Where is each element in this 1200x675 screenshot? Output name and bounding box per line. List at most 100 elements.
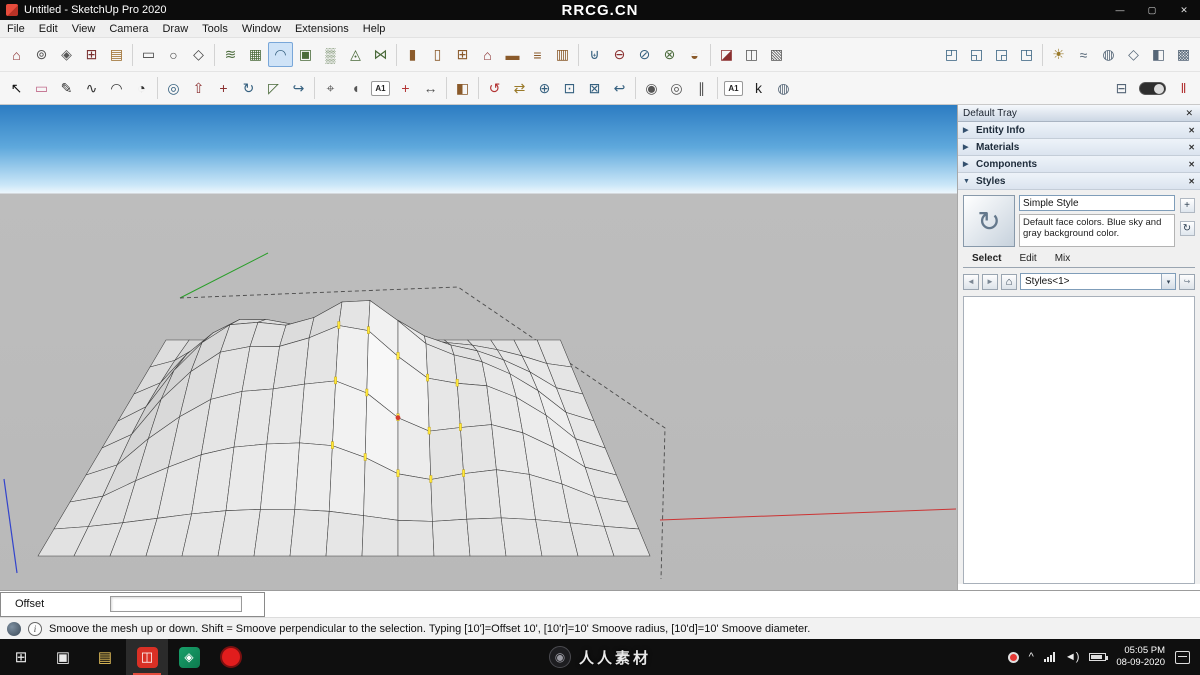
rectangle-tool-icon[interactable]: ▭ — [136, 42, 161, 67]
window-tool-icon[interactable]: ⊞ — [450, 42, 475, 67]
menu-camera[interactable]: Camera — [102, 20, 155, 37]
section-styles[interactable]: ▼ Styles ✕ — [958, 173, 1200, 190]
axes-tool-icon[interactable]: + — [393, 76, 418, 101]
file-explorer-icon[interactable]: ▤ — [84, 639, 126, 675]
menu-draw[interactable]: Draw — [155, 20, 195, 37]
arc-tool-icon[interactable]: ◠ — [104, 76, 129, 101]
menu-tools[interactable]: Tools — [195, 20, 235, 37]
sandbox-drape-icon[interactable]: ▒ — [318, 42, 343, 67]
view-front-icon[interactable]: ◲ — [989, 42, 1014, 67]
circle-tool-icon[interactable]: ○ — [161, 42, 186, 67]
record-button[interactable] — [210, 639, 252, 675]
section-components[interactable]: ▶ Components ✕ — [958, 156, 1200, 173]
expand-arrow-icon[interactable]: ▶ — [963, 126, 971, 134]
line-tool-icon[interactable]: ✎ — [54, 76, 79, 101]
network-icon[interactable] — [1043, 652, 1055, 662]
menu-help[interactable]: Help — [356, 20, 393, 37]
section-materials[interactable]: ▶ Materials ✕ — [958, 139, 1200, 156]
text-label-tool-icon[interactable]: A1 — [724, 80, 743, 96]
zoom-extents-tool-icon[interactable]: ⊠ — [582, 76, 607, 101]
stairs-tool-icon[interactable]: ≡ — [525, 42, 550, 67]
text-tool-icon[interactable]: A1 — [371, 80, 390, 96]
sketchup-taskbar-icon[interactable]: ◫ — [126, 639, 168, 675]
start-button[interactable]: ⊞ — [0, 639, 42, 675]
view-iso-icon[interactable]: ◰ — [939, 42, 964, 67]
share-model-icon[interactable]: ⊚ — [29, 42, 54, 67]
forward-arrow-icon[interactable]: ► — [982, 273, 998, 290]
recording-indicator-icon[interactable] — [1007, 651, 1019, 663]
shadows-toggle-icon[interactable]: ☀ — [1046, 42, 1071, 67]
zoom-window-tool-icon[interactable]: ⊡ — [557, 76, 582, 101]
create-style-button[interactable]: + — [1179, 198, 1195, 213]
section-close-icon[interactable]: ✕ — [1188, 177, 1195, 186]
wireframe-mode-icon[interactable]: ◇ — [1121, 42, 1146, 67]
eraser-tool-icon[interactable]: ▭ — [29, 76, 54, 101]
fog-toggle-icon[interactable]: ≈ — [1071, 42, 1096, 67]
terrain-toggle-icon[interactable] — [1139, 81, 1166, 95]
minimize-button[interactable]: — — [1104, 0, 1136, 20]
scale-tool-icon[interactable]: ◸ — [261, 76, 286, 101]
move-tool-icon[interactable]: + — [211, 76, 236, 101]
close-button[interactable]: ✕ — [1168, 0, 1200, 20]
hidden-icons-chevron[interactable]: ^ — [1029, 651, 1034, 663]
sandbox-add-detail-icon[interactable]: ◬ — [343, 42, 368, 67]
column-tool-icon[interactable]: ▥ — [550, 42, 575, 67]
animator-icon[interactable]: ‖ — [1171, 76, 1196, 101]
sandbox-flip-edge-icon[interactable]: ⋈ — [368, 42, 393, 67]
task-view-icon[interactable]: ▣ — [42, 639, 84, 675]
tab-edit[interactable]: Edit — [1010, 253, 1045, 267]
door-tool-icon[interactable]: ▯ — [425, 42, 450, 67]
action-center-icon[interactable] — [1175, 650, 1190, 664]
zoom-previous-tool-icon[interactable]: ↩ — [607, 76, 632, 101]
section-close-icon[interactable]: ✕ — [1188, 160, 1195, 169]
section-display-icon[interactable]: ◫ — [739, 42, 764, 67]
sandbox-stamp-icon[interactable]: ▣ — [293, 42, 318, 67]
tab-select[interactable]: Select — [963, 253, 1010, 267]
style-description[interactable]: Default face colors. Blue sky and gray b… — [1019, 214, 1175, 247]
textured-mode-icon[interactable]: ▩ — [1171, 42, 1196, 67]
style-name-input[interactable]: Simple Style — [1019, 195, 1175, 211]
style-details-button[interactable]: ↪ — [1179, 273, 1195, 290]
look-around-tool-icon[interactable]: ◎ — [664, 76, 689, 101]
section-close-icon[interactable]: ✕ — [1188, 143, 1195, 152]
camera-export-tool-icon[interactable]: ◍ — [771, 76, 796, 101]
offset-tool-icon[interactable]: ◎ — [161, 76, 186, 101]
extension-warehouse-icon[interactable]: ⊞ — [79, 42, 104, 67]
tray-header[interactable]: Default Tray ✕ — [958, 105, 1200, 122]
shaded-mode-icon[interactable]: ◧ — [1146, 42, 1171, 67]
media-app-icon[interactable]: ◈ — [168, 639, 210, 675]
sandbox-from-scratch-icon[interactable]: ▦ — [243, 42, 268, 67]
view-top-icon[interactable]: ◱ — [964, 42, 989, 67]
menu-extensions[interactable]: Extensions — [288, 20, 356, 37]
speaker-icon[interactable]: ◄) — [1065, 651, 1080, 663]
section-entity-info[interactable]: ▶ Entity Info ✕ — [958, 122, 1200, 139]
dimension-tool-icon[interactable]: ↔ — [418, 76, 443, 101]
solid-subtract-icon[interactable]: ⊖ — [607, 42, 632, 67]
viewport-canvas[interactable] — [0, 105, 957, 590]
style-thumbnail[interactable]: ↻ — [963, 195, 1015, 247]
orbit-tool-icon[interactable]: ↺ — [482, 76, 507, 101]
tab-mix[interactable]: Mix — [1046, 253, 1080, 267]
home-icon[interactable]: ⌂ — [1001, 273, 1017, 290]
back-arrow-icon[interactable]: ◄ — [963, 273, 979, 290]
solid-union-icon[interactable]: ⊎ — [582, 42, 607, 67]
expand-arrow-icon[interactable]: ▶ — [963, 160, 971, 168]
style-list[interactable] — [963, 296, 1195, 584]
pie-tool-icon[interactable]: ◔ — [129, 76, 154, 101]
roof-tool-icon[interactable]: ⌂ — [475, 42, 500, 67]
protractor-tool-icon[interactable]: ◖ — [343, 76, 368, 101]
match-photo-icon[interactable]: ⊟ — [1109, 76, 1134, 101]
paint-bucket-tool-icon[interactable]: ◧ — [450, 76, 475, 101]
styles-collection-dropdown[interactable]: Styles<1> ▾ — [1020, 273, 1176, 290]
section-close-icon[interactable]: ✕ — [1188, 126, 1195, 135]
terrain-mesh[interactable] — [37, 299, 651, 557]
rotate-tool-icon[interactable]: ↻ — [236, 76, 261, 101]
solid-split-icon[interactable]: ◒ — [682, 42, 707, 67]
taskbar-clock[interactable]: 05:05 PM 08-09-2020 — [1116, 645, 1165, 670]
pan-tool-icon[interactable]: ⇄ — [507, 76, 532, 101]
x-ray-mode-icon[interactable]: ◍ — [1096, 42, 1121, 67]
maximize-button[interactable]: ▢ — [1136, 0, 1168, 20]
wall-tool-icon[interactable]: ▮ — [400, 42, 425, 67]
push-pull-tool-icon[interactable]: ⇧ — [186, 76, 211, 101]
geolocation-icon[interactable] — [7, 621, 21, 636]
